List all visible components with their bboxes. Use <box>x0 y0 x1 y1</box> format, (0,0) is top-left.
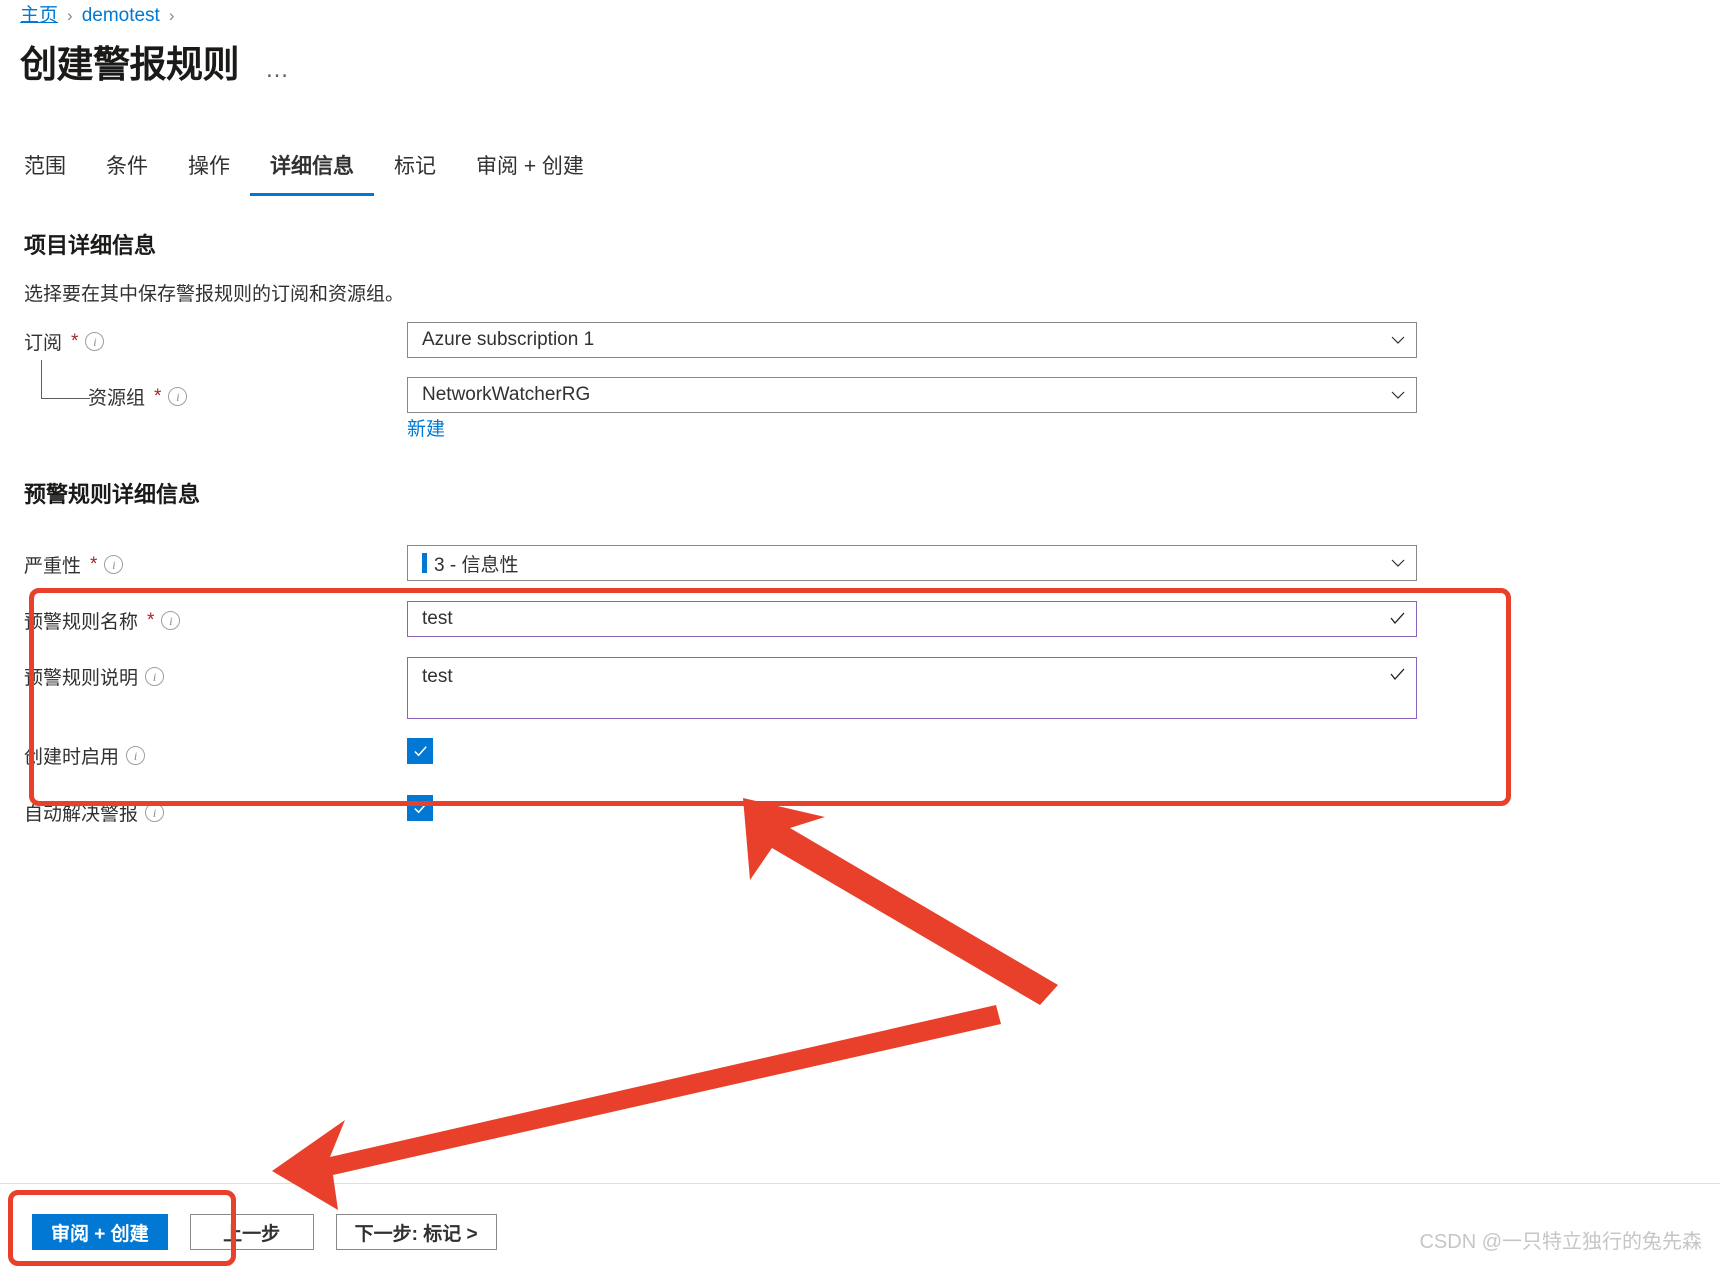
severity-color-bar <box>422 553 427 573</box>
auto-resolve-alert-label-text: 自动解决警报 <box>24 804 139 825</box>
severity-dropdown[interactable]: 3 - 信息性 <box>407 545 1417 581</box>
info-icon[interactable]: i <box>104 555 124 574</box>
severity-label: 严重性 * i <box>24 551 124 578</box>
tab-review-create[interactable]: 审阅 + 创建 <box>456 150 604 196</box>
tab-actions[interactable]: 操作 <box>168 150 250 196</box>
chevron-down-icon <box>1391 559 1405 567</box>
chevron-down-icon <box>1391 391 1405 399</box>
breadcrumb-separator-icon: › <box>67 6 73 25</box>
info-icon[interactable]: i <box>126 746 146 765</box>
annotation-arrow-down <box>272 1005 1001 1210</box>
footer-actions: 审阅 + 创建 上一步 下一步: 标记 > <box>32 1214 497 1250</box>
create-new-resource-group-link[interactable]: 新建 <box>407 414 445 441</box>
chevron-down-icon <box>1391 336 1405 344</box>
checkmark-icon <box>1390 612 1405 625</box>
alert-rule-description-input[interactable]: test <box>407 657 1417 719</box>
info-icon[interactable]: i <box>85 332 105 351</box>
enable-on-create-checkbox[interactable] <box>407 738 433 764</box>
breadcrumb-separator-icon: › <box>168 6 175 25</box>
field-tree-connector <box>41 360 90 399</box>
tab-scope[interactable]: 范围 <box>20 150 86 196</box>
breadcrumb-item-demotest[interactable]: demotest <box>82 4 160 28</box>
resource-group-label: 资源组 * i <box>88 383 188 410</box>
alert-rule-name-label: 预警规则名称 * i <box>24 607 181 634</box>
auto-resolve-alert-label: 自动解决警报 i <box>24 799 165 826</box>
alert-rule-name-input[interactable]: test <box>407 601 1417 637</box>
resource-group-value: NetworkWatcherRG <box>422 384 591 405</box>
breadcrumb-item-home[interactable]: 主页 <box>20 4 58 28</box>
info-icon[interactable]: i <box>145 667 165 686</box>
required-marker: * <box>147 610 155 631</box>
alert-rule-description-value: test <box>422 666 453 687</box>
annotation-arrow-up <box>743 798 1058 1005</box>
required-marker: * <box>90 554 98 575</box>
auto-resolve-alert-checkbox[interactable] <box>407 795 433 821</box>
project-details-heading: 项目详细信息 <box>24 233 157 258</box>
footer-divider <box>0 1183 1720 1184</box>
enable-on-create-label-text: 创建时启用 <box>24 747 120 768</box>
alert-rule-description-label: 预警规则说明 i <box>24 663 165 690</box>
tab-details[interactable]: 详细信息 <box>250 150 374 196</box>
required-marker: * <box>154 386 162 407</box>
tab-tags[interactable]: 标记 <box>374 150 456 196</box>
next-tags-button[interactable]: 下一步: 标记 > <box>335 1214 497 1250</box>
subscription-value: Azure subscription 1 <box>422 329 595 350</box>
severity-label-text: 严重性 <box>24 556 82 577</box>
wizard-tabs: 范围 条件 操作 详细信息 标记 审阅 + 创建 <box>20 150 604 196</box>
subscription-label-text: 订阅 <box>24 333 63 354</box>
enable-on-create-label: 创建时启用 i <box>24 742 146 769</box>
resource-group-label-text: 资源组 <box>88 388 146 409</box>
severity-value-wrap: 3 - 信息性 <box>422 550 1390 577</box>
checkmark-icon <box>413 802 427 813</box>
tab-condition[interactable]: 条件 <box>86 150 168 196</box>
alert-rule-details-heading: 预警规则详细信息 <box>24 482 201 507</box>
subscription-label: 订阅 * i <box>24 328 105 355</box>
page-title: 创建警报规则 <box>20 44 240 85</box>
resource-group-dropdown[interactable]: NetworkWatcherRG <box>407 377 1417 413</box>
info-icon[interactable]: i <box>161 611 181 630</box>
required-marker: * <box>71 331 79 352</box>
page-header: 创建警报规则 … <box>20 42 291 88</box>
breadcrumb: 主页 › demotest › <box>20 4 175 28</box>
review-create-button[interactable]: 审阅 + 创建 <box>32 1214 168 1250</box>
alert-rule-name-value: test <box>422 608 453 629</box>
alert-rule-description-label-text: 预警规则说明 <box>24 668 139 689</box>
project-details-description: 选择要在其中保存警报规则的订阅和资源组。 <box>24 284 405 305</box>
more-options-icon[interactable]: … <box>265 46 291 84</box>
previous-button[interactable]: 上一步 <box>189 1214 314 1250</box>
watermark: CSDN @一只特立独行的兔先森 <box>1419 1231 1702 1253</box>
alert-rule-name-label-text: 预警规则名称 <box>24 612 139 633</box>
severity-value: 3 - 信息性 <box>434 554 519 576</box>
checkmark-icon <box>413 745 427 756</box>
checkmark-icon <box>1390 668 1405 681</box>
subscription-dropdown[interactable]: Azure subscription 1 <box>407 322 1417 358</box>
info-icon[interactable]: i <box>168 387 188 406</box>
info-icon[interactable]: i <box>145 803 165 822</box>
